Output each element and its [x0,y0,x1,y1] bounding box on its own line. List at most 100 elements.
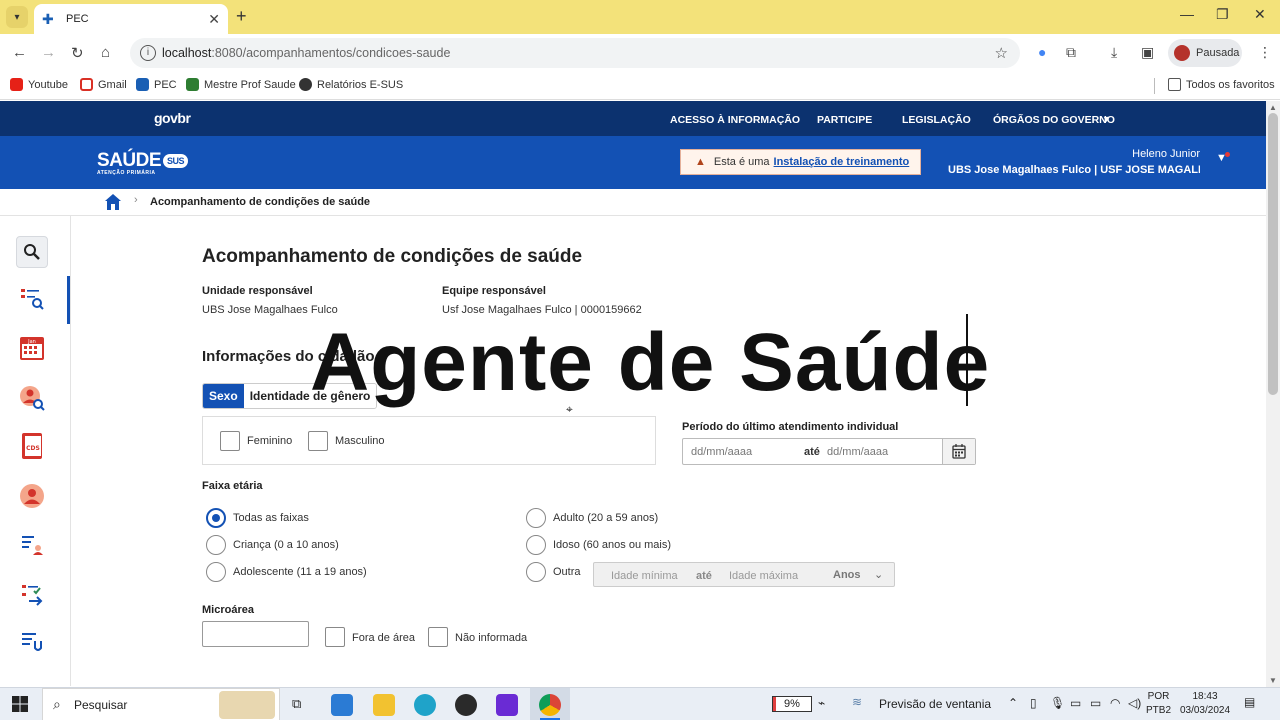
browser-tab-pec[interactable]: ✚ PEC ✕ [34,4,228,34]
home-icon[interactable]: ⌂ [101,44,110,61]
task-view-icon[interactable]: ⧉ [292,696,301,712]
wifi-icon[interactable]: ◠ [1110,696,1120,710]
radio-adulto[interactable] [526,508,546,528]
feminino-checkbox[interactable] [220,431,240,451]
radio-crianca[interactable] [206,535,226,555]
gov-link-participe[interactable]: PARTICIPE [817,114,872,126]
radio-idoso[interactable] [526,535,546,555]
sexo-options-box: Feminino Masculino [202,416,656,465]
file-explorer-icon[interactable] [373,694,395,716]
chevron-up-icon[interactable]: ⌃ [1008,696,1018,710]
user-unit[interactable]: UBS Jose Magalhaes Fulco | USF JOSE MAGA… [948,164,1200,176]
idade-range-input[interactable]: Idade mínima até Idade máxima Anos ⌄ [593,562,895,587]
radio-adolescente[interactable] [206,562,226,582]
volume-icon[interactable]: ◁) [1128,696,1141,710]
download-icon[interactable]: ⤓ [1111,44,1117,61]
store-app-icon[interactable] [331,694,353,716]
purple-app-icon[interactable] [496,694,518,716]
nav-lista-atendimento[interactable] [16,578,48,610]
idade-max-input[interactable]: Idade máxima [729,570,798,582]
pec-icon [136,78,149,91]
microarea-input[interactable] [202,621,309,647]
clock[interactable]: 18:43 03/03/2024 [1177,690,1233,718]
nav-prontuario[interactable] [16,626,48,658]
side-panel-icon[interactable]: ▣ [1141,44,1154,61]
main-content: Acompanhamento de condições de saúde Uni… [72,216,1266,686]
battery-indicator[interactable]: 9% [772,696,812,712]
scrollbar-thumb[interactable] [1268,113,1278,395]
all-bookmarks[interactable]: Todos os favoritos [1168,78,1275,91]
close-tab-icon[interactable]: ✕ [208,11,220,28]
masculino-checkbox[interactable] [308,431,328,451]
scroll-up-icon[interactable]: ▲ [1269,103,1277,112]
training-prefix: Esta é uma [713,156,770,168]
fora-de-area-checkbox[interactable] [325,627,345,647]
tab-sexo[interactable]: Sexo [203,384,244,408]
back-icon[interactable]: ← [12,44,27,61]
nav-agenda[interactable]: Jan [16,332,48,364]
date-end-input[interactable]: dd/mm/aaaa [827,446,888,458]
nav-search[interactable] [16,236,48,268]
scroll-down-icon[interactable]: ▼ [1269,676,1277,685]
chrome-icon[interactable] [539,694,561,716]
idade-unit-select[interactable]: Anos [833,569,861,581]
notification-icon[interactable]: ▤ [1244,695,1255,709]
new-tab-icon[interactable]: + [236,6,247,27]
gov-link-orgaos[interactable]: ÓRGÃOS DO GOVERNO [993,114,1115,126]
edge-icon[interactable] [414,694,436,716]
govbr-logo[interactable]: govbr [154,110,191,126]
training-link[interactable]: Instalação de treinamento [774,156,910,168]
bookmark-star-icon[interactable]: ☆ [995,44,1008,62]
user-name[interactable]: Heleno Junior [1132,148,1200,160]
bookmark-gmail[interactable]: Gmail [80,78,127,91]
radio-todas-faixas[interactable] [206,508,226,528]
battery-tray-icon[interactable]: ▭ [1090,696,1101,710]
calendar-button[interactable] [942,439,975,464]
date-ate-label: até [804,446,820,458]
forward-icon[interactable]: → [41,44,56,61]
maximize-icon[interactable]: ❐ [1216,6,1229,23]
gov-link-legislacao[interactable]: LEGISLAÇÃO [902,114,971,126]
menu-kebab-icon[interactable]: ⋮ [1258,44,1272,61]
idade-min-input[interactable]: Idade mínima [611,570,678,582]
tab-search-button[interactable]: ▾ [6,6,28,28]
nav-lista-cidadao[interactable] [16,530,48,562]
bookmark-label: Youtube [28,78,68,91]
taskbar-search[interactable]: ⌕ Pesquisar [42,688,280,720]
radio-label: Criança (0 a 10 anos) [233,539,339,551]
camera-icon[interactable]: ▭ [1070,696,1081,710]
extension-dot-icon[interactable]: ● [1038,44,1046,60]
nav-acompanhamento[interactable] [16,282,48,314]
app-icon[interactable] [455,694,477,716]
radio-outra[interactable] [526,562,546,582]
extensions-icon[interactable]: ⧉ [1066,44,1076,61]
nav-cidadao-busca[interactable] [16,382,48,414]
site-info-icon[interactable]: i [140,45,156,61]
window-close-icon[interactable]: ✕ [1254,6,1266,23]
esus-logo[interactable]: SAÚDE SUS ATENÇÃO PRIMÁRIA [97,150,189,176]
address-bar[interactable]: i localhost:8080/acompanhamentos/condico… [130,38,1020,68]
weather-text[interactable]: Previsão de ventania [879,697,991,711]
periodo-date-range[interactable]: dd/mm/aaaa até dd/mm/aaaa [682,438,976,465]
device-icon[interactable]: ▯ [1030,696,1037,710]
list-stethoscope-icon [22,633,42,651]
date-start-input[interactable]: dd/mm/aaaa [691,446,752,458]
profile-button[interactable]: Pausada [1168,39,1242,67]
nav-cds[interactable]: CDS [16,430,48,462]
windows-start-icon[interactable] [12,696,28,712]
nav-cidadao[interactable] [16,480,48,512]
home-icon[interactable] [104,193,122,211]
chevron-down-icon[interactable]: ⌄ [874,568,883,581]
minimize-icon[interactable]: — [1180,6,1194,22]
nao-informada-checkbox[interactable] [428,627,448,647]
language-indicator[interactable]: POR PTB2 [1146,690,1171,718]
bookmark-relatorios[interactable]: Relatórios E-SUS [299,78,403,91]
chevron-down-icon[interactable]: ▼ [1102,114,1111,124]
microphone-icon[interactable]: 🎙 [1050,696,1065,710]
reload-icon[interactable]: ↻ [71,44,84,62]
bookmark-youtube[interactable]: Youtube [10,78,68,91]
bookmark-mestre[interactable]: Mestre Prof Saude [186,78,296,91]
page-scrollbar[interactable]: ▲ ▼ [1266,101,1280,687]
bookmark-pec[interactable]: PEC [136,78,177,91]
gov-link-acesso[interactable]: ACESSO À INFORMAÇÃO [670,114,800,126]
